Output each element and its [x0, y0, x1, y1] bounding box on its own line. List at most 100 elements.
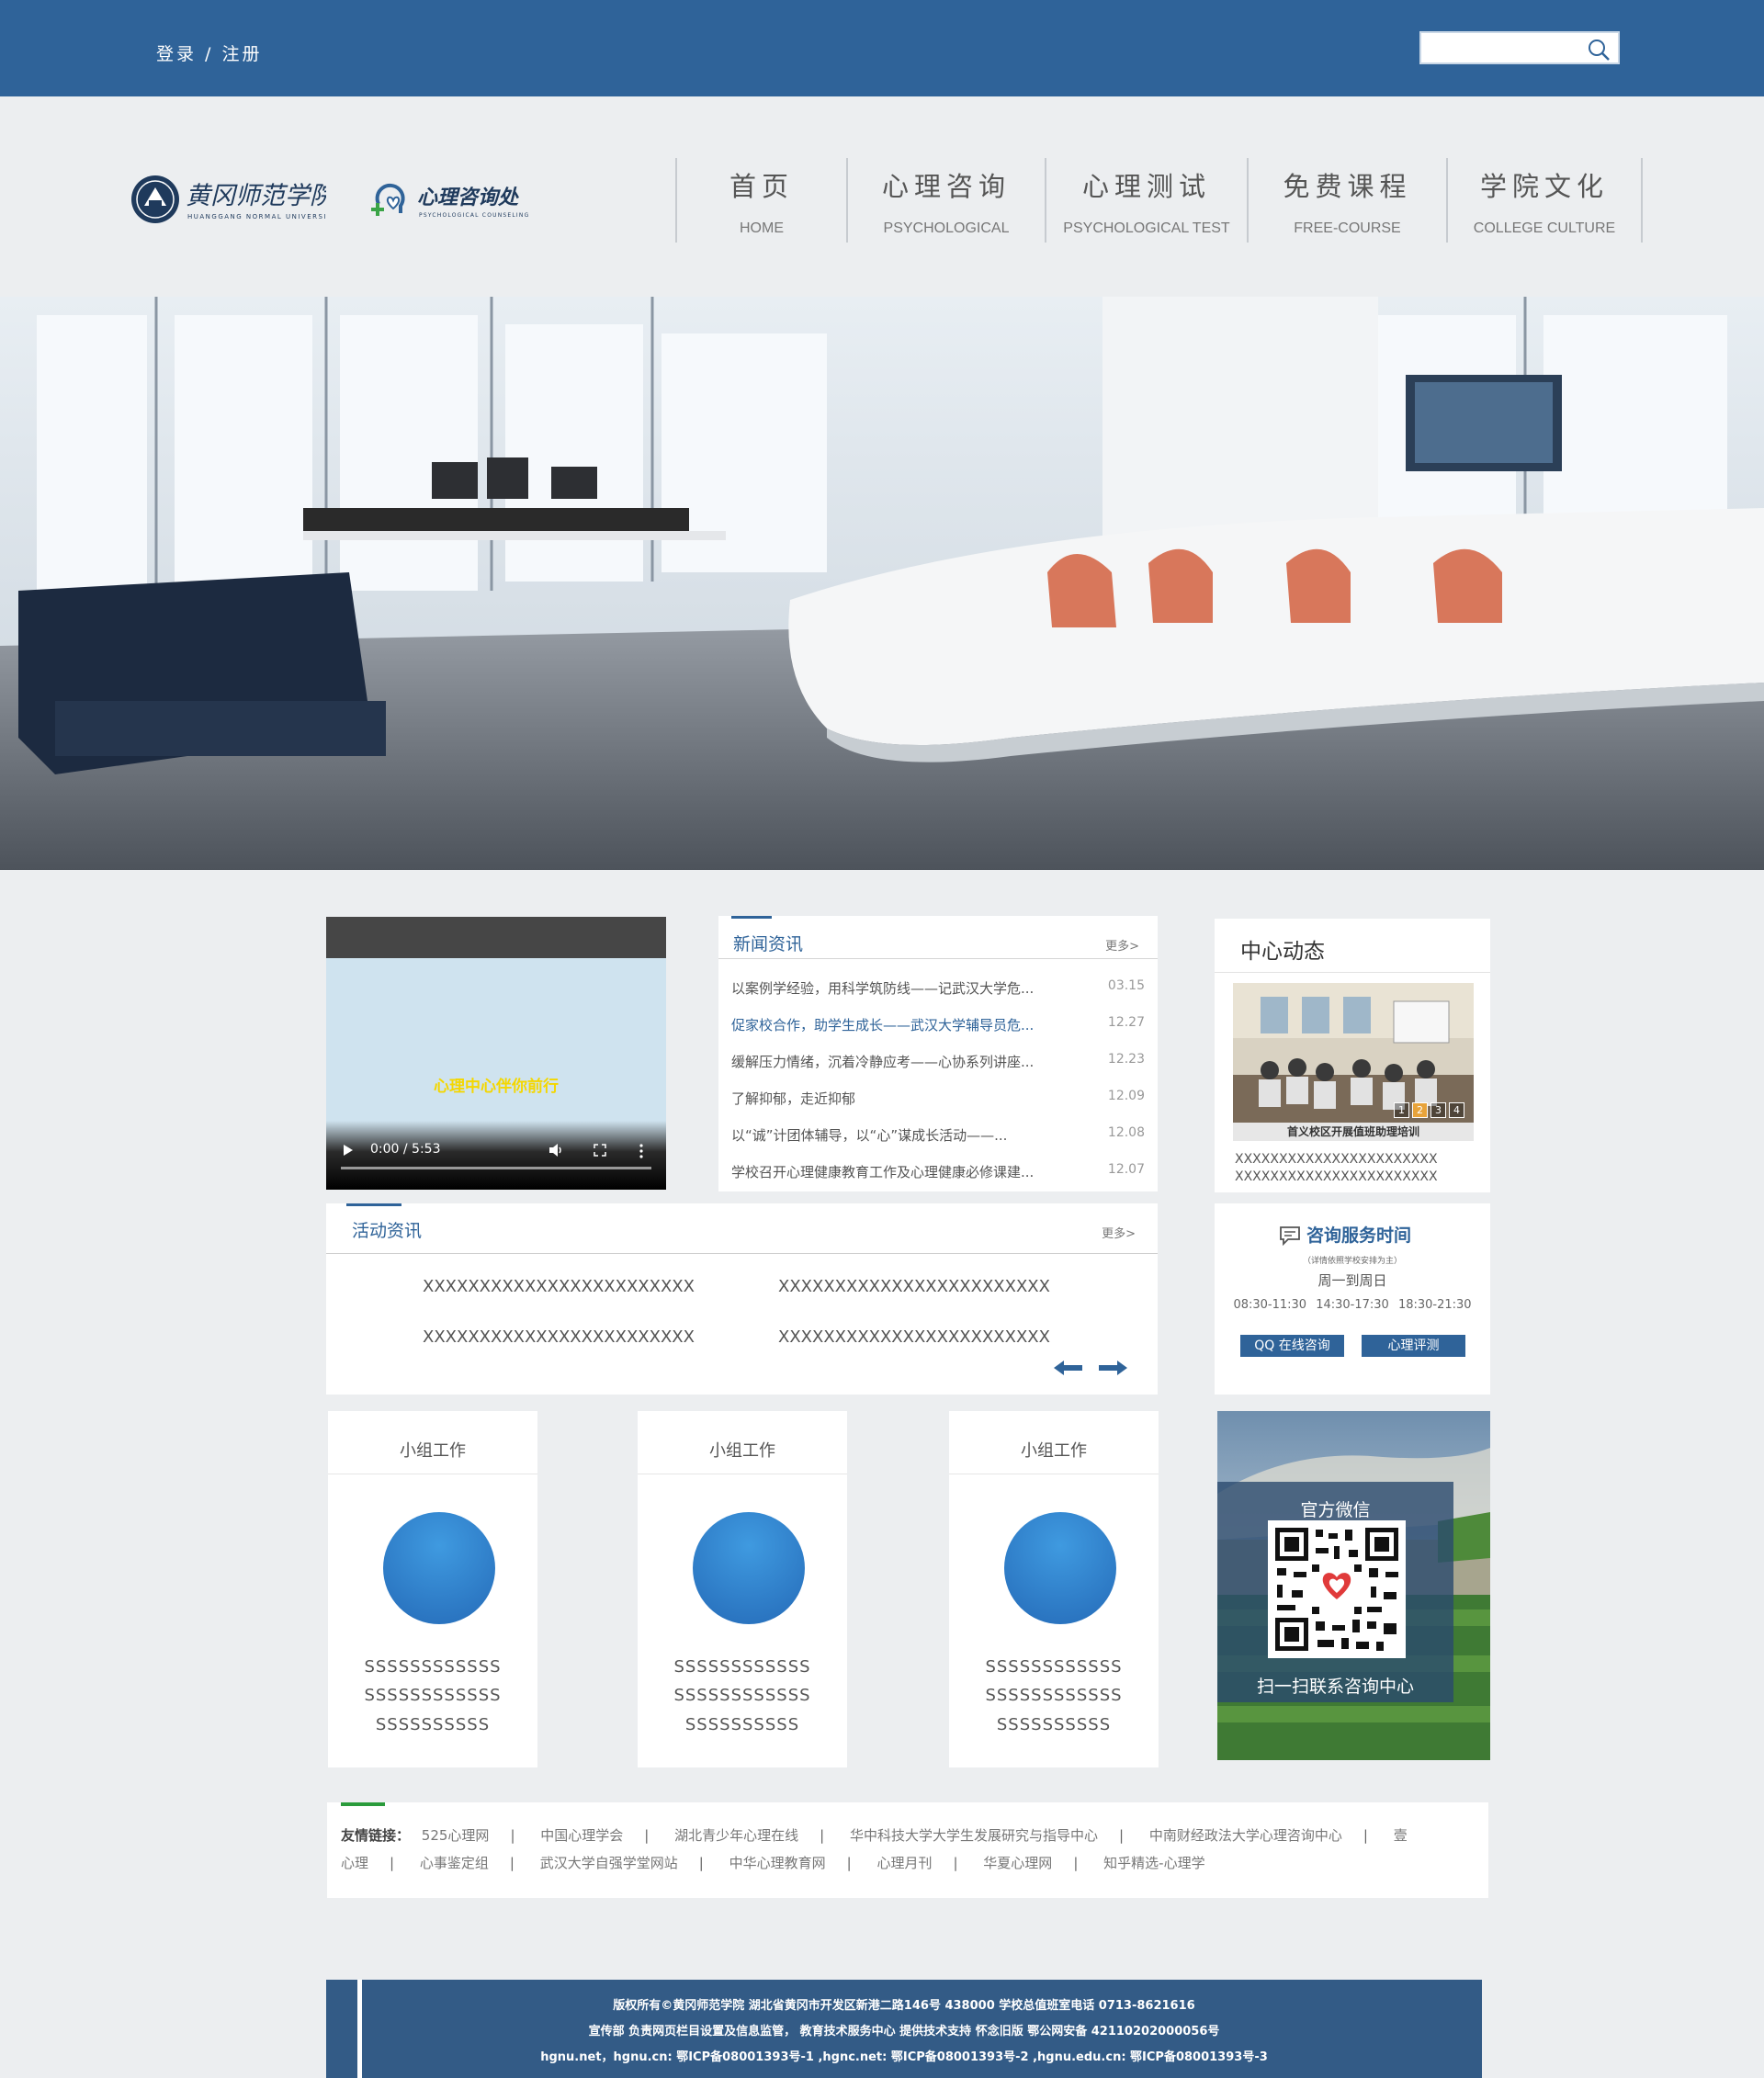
- group-work-card[interactable]: 小组工作 SSSSSSSSSSSS SSSSSSSSSSSS SSSSSSSSS…: [638, 1411, 847, 1767]
- university-logo[interactable]: 黄冈师范学院 HUANGGANG NORMAL UNIVERSITY: [129, 173, 326, 226]
- link-separator: |: [820, 1827, 825, 1844]
- news-item-title: 了解抑郁，走近抑郁: [731, 1090, 856, 1107]
- service-title: 咨询服务时间: [1306, 1225, 1412, 1246]
- news-item-title: 以“诚”计团体辅导，以“心”谋成长活动——...: [731, 1127, 1008, 1144]
- group-work-card[interactable]: 小组工作 SSSSSSSSSSSS SSSSSSSSSSSS SSSSSSSSS…: [328, 1411, 537, 1767]
- nav-college-culture-cn: 学院文化: [1479, 171, 1609, 202]
- nav-psychological[interactable]: 心理咨询 PSYCHOLOGICAL: [846, 158, 1045, 243]
- chat-bubble-icon: [1280, 1226, 1300, 1246]
- news-item-title: 学校召开心理健康教育工作及心理健康必修课建...: [731, 1164, 1035, 1180]
- activity-item[interactable]: XXXXXXXXXXXXXXXXXXXXXXXX: [423, 1277, 695, 1296]
- video-caption: 心理中心伴你前行: [434, 1078, 559, 1096]
- arrow-right-icon[interactable]: [1098, 1360, 1127, 1376]
- news-item[interactable]: 促家校合作，助学生成长——武汉大学辅导员危... 12.27: [731, 1008, 1145, 1045]
- university-name-en: HUANGGANG NORMAL UNIVERSITY: [187, 213, 326, 220]
- news-item-title: 促家校合作，助学生成长——武汉大学辅导员危...: [731, 1017, 1035, 1033]
- news-more-link[interactable]: 更多>: [1105, 936, 1139, 954]
- link-item[interactable]: 中华心理教育网: [729, 1855, 826, 1871]
- nav-psychological-cn: 心理咨询: [881, 171, 1011, 202]
- activity-panel: 活动资讯 更多> XXXXXXXXXXXXXXXXXXXXXXXX XXXXXX…: [326, 1203, 1158, 1395]
- link-separator: |: [698, 1855, 704, 1871]
- footer-copyright: 版权所有©黄冈师范学院 湖北省黄冈市开发区新港二路146号 438000 学校总…: [613, 1999, 1195, 2013]
- wechat-qr-code-icon[interactable]: [1268, 1520, 1406, 1658]
- activity-divider: [326, 1253, 1158, 1254]
- login-register-link[interactable]: 登录 / 注册: [156, 40, 262, 65]
- link-item[interactable]: 华夏心理网: [983, 1855, 1052, 1871]
- group-work-text: SSSSSSSSSSSS: [673, 1657, 811, 1677]
- wechat-overlay: 官方微信 扫一扫联系咨询中心: [1217, 1482, 1453, 1702]
- arrow-left-icon[interactable]: [1054, 1360, 1083, 1376]
- nav-home-en: HOME: [740, 220, 784, 236]
- news-item[interactable]: 以案例学经验，用科学筑防线——记武汉大学危... 03.15: [731, 971, 1145, 1008]
- nav-college-culture[interactable]: 学院文化 COLLEGE CULTURE: [1446, 158, 1643, 243]
- video-progress-bar[interactable]: [341, 1167, 651, 1169]
- news-item[interactable]: 缓解压力情绪，沉着冷静应考——心协系列讲座... 12.23: [731, 1045, 1145, 1081]
- activity-item[interactable]: XXXXXXXXXXXXXXXXXXXXXXXX: [423, 1327, 695, 1347]
- news-item[interactable]: 以“诚”计团体辅导，以“心”谋成长活动——... 12.08: [731, 1118, 1145, 1155]
- nav-psych-test-en: PSYCHOLOGICAL TEST: [1063, 220, 1230, 236]
- news-item-title: 以案例学经验，用科学筑防线——记武汉大学危...: [731, 980, 1035, 997]
- service-days: 周一到周日: [1317, 1272, 1387, 1289]
- slide-page-3[interactable]: 3: [1430, 1102, 1446, 1118]
- play-icon[interactable]: [343, 1144, 354, 1157]
- news-item[interactable]: 学校召开心理健康教育工作及心理健康必修课建... 12.07: [731, 1155, 1145, 1191]
- link-item[interactable]: 知乎精选-心理学: [1103, 1855, 1204, 1871]
- link-separator: |: [846, 1855, 852, 1871]
- video-player[interactable]: 心理中心伴你前行 0:00 / 5:53: [326, 917, 666, 1190]
- link-item[interactable]: 心事鉴定组: [420, 1855, 489, 1871]
- slide-page-4[interactable]: 4: [1449, 1102, 1464, 1118]
- more-options-icon[interactable]: [639, 1144, 644, 1158]
- group-work-circle-icon: [1004, 1512, 1116, 1624]
- news-title-underline: [731, 916, 772, 919]
- counseling-name-en: PSYCHOLOGICAL COUNSELING: [419, 212, 529, 219]
- slide-page-1[interactable]: 1: [1394, 1102, 1409, 1118]
- news-item-date: 12.09: [1107, 1089, 1145, 1103]
- link-item[interactable]: 中国心理学会: [540, 1827, 623, 1844]
- nav-free-course[interactable]: 免费课程 FREE-COURSE: [1247, 158, 1446, 243]
- link-item[interactable]: 心理月刊: [876, 1855, 932, 1871]
- news-panel: 新闻资讯 更多> 以案例学经验，用科学筑防线——记武汉大学危... 03.15 促…: [718, 916, 1158, 1191]
- link-item[interactable]: 525心理网: [422, 1827, 490, 1844]
- dynamics-slideshow[interactable]: 1 2 3 4 首义校区开展值班助理培训: [1233, 983, 1474, 1141]
- service-note: （详情依照学校安排为主）: [1302, 1257, 1402, 1266]
- links-label: 友情链接：: [341, 1827, 411, 1844]
- video-top-bar: [326, 917, 666, 958]
- search-icon[interactable]: [1587, 38, 1611, 62]
- dynamics-image-caption: 首义校区开展值班助理培训: [1233, 1123, 1474, 1141]
- news-divider: [718, 958, 1158, 959]
- psych-evaluation-button[interactable]: 心理评测: [1362, 1335, 1465, 1357]
- group-work-circle-icon: [693, 1512, 805, 1624]
- video-controls: 0:00 / 5:53: [326, 1121, 666, 1190]
- main-nav: 首页 HOME 心理咨询 PSYCHOLOGICAL 心理测试 PSYCHOLO…: [675, 158, 1643, 243]
- activity-item[interactable]: XXXXXXXXXXXXXXXXXXXXXXXX: [778, 1277, 1050, 1296]
- links-accent-bar: [341, 1802, 385, 1806]
- nav-psych-test[interactable]: 心理测试 PSYCHOLOGICAL TEST: [1045, 158, 1247, 243]
- video-time: 0:00 / 5:53: [370, 1142, 441, 1157]
- activity-title: 活动资讯: [352, 1221, 423, 1241]
- link-item[interactable]: 武汉大学自强学堂网站: [540, 1855, 678, 1871]
- qq-online-consult-button[interactable]: QQ 在线咨询: [1240, 1335, 1344, 1357]
- dynamics-summary-line: XXXXXXXXXXXXXXXXXXXXXXX: [1235, 1152, 1438, 1167]
- group-work-text: SSSSSSSSSS: [996, 1715, 1112, 1734]
- nav-home[interactable]: 首页 HOME: [675, 158, 846, 243]
- search-input[interactable]: [1429, 37, 1585, 59]
- fullscreen-icon[interactable]: [594, 1144, 606, 1157]
- group-work-card[interactable]: 小组工作 SSSSSSSSSSSS SSSSSSSSSSSS SSSSSSSSS…: [949, 1411, 1159, 1767]
- activity-title-underline: [346, 1203, 401, 1206]
- nav-college-culture-en: COLLEGE CULTURE: [1473, 220, 1616, 236]
- volume-icon[interactable]: [548, 1143, 563, 1158]
- link-item[interactable]: 华中科技大学大学生发展研究与指导中心: [850, 1827, 1098, 1844]
- group-work-text: SSSSSSSSSSSS: [673, 1686, 811, 1705]
- dynamics-summary-line: XXXXXXXXXXXXXXXXXXXXXXX: [1235, 1169, 1438, 1184]
- link-item[interactable]: 心理: [341, 1855, 368, 1871]
- university-name-cn: 黄冈师范学院: [186, 182, 326, 210]
- slide-page-2[interactable]: 2: [1412, 1102, 1428, 1118]
- link-item[interactable]: 湖北青少年心理在线: [674, 1827, 798, 1844]
- counseling-logo[interactable]: 心理咨询处 PSYCHOLOGICAL COUNSELING: [369, 176, 553, 224]
- link-item[interactable]: 中南财经政法大学心理咨询中心: [1149, 1827, 1342, 1844]
- news-item[interactable]: 了解抑郁，走近抑郁 12.09: [731, 1081, 1145, 1118]
- activity-item[interactable]: XXXXXXXXXXXXXXXXXXXXXXXX: [778, 1327, 1050, 1347]
- group-work-text: SSSSSSSSSSSS: [364, 1686, 502, 1705]
- link-item[interactable]: 壹: [1394, 1827, 1408, 1844]
- activity-more-link[interactable]: 更多>: [1102, 1224, 1136, 1241]
